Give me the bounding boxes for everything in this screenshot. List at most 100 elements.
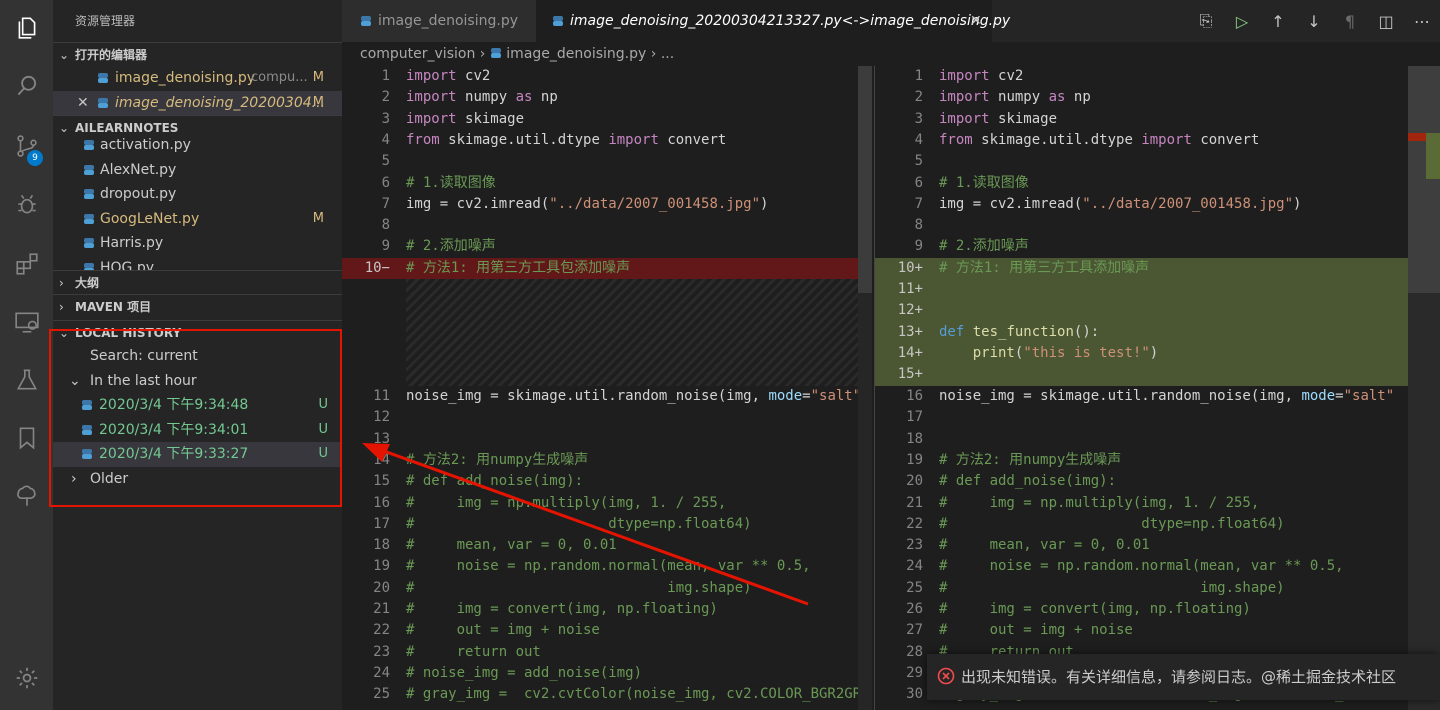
chevron-right-icon: ›: [71, 470, 77, 487]
whitespace-icon[interactable]: ¶: [1332, 12, 1368, 31]
chevron-down-icon: ⌄: [59, 326, 70, 340]
code-line: # img = np.multiply(img, 1. / 255,: [939, 494, 1260, 511]
history-entry[interactable]: 2020/3/4 下午9:34:48 U: [53, 393, 342, 418]
error-notification[interactable]: 出现未知错误。有关详细信息，请参阅日志。@稀土掘金技术社区: [927, 654, 1440, 700]
code-line: # img = convert(img, np.floating): [939, 601, 1251, 617]
open-editors-header[interactable]: ⌄ 打开的编辑器: [53, 42, 342, 66]
tree-icon[interactable]: [0, 472, 53, 520]
python-file-icon: [98, 73, 108, 83]
diff-modified-editor[interactable]: 1 import cv2 2 import numpy as np 3 impo…: [875, 66, 1440, 710]
files-icon[interactable]: [0, 4, 53, 52]
history-entry[interactable]: 2020/3/4 下午9:34:01 U: [53, 418, 342, 443]
code-line: # 1.读取图像: [406, 174, 496, 191]
source-control-icon[interactable]: 9: [0, 122, 53, 170]
code-line: # noise = np.random.normal(mean, var ** …: [406, 558, 811, 575]
code-line: # img = convert(img, np.floating): [406, 601, 718, 617]
local-history-older[interactable]: › Older: [53, 467, 342, 492]
code-line: # noise = np.random.normal(mean, var ** …: [939, 558, 1344, 575]
chevron-right-icon: ›: [59, 276, 64, 290]
python-file-icon: [553, 16, 563, 26]
overview-ruler-removed: [1408, 133, 1426, 141]
right-scrollbar-thumb[interactable]: [1408, 66, 1440, 293]
breadcrumb: computer_vision › image_denoising.py › .…: [342, 42, 1440, 66]
code-line-added: # 方法1: 用第三方工具添加噪声: [939, 259, 1150, 276]
code-line: # img = np.multiply(img, 1. / 255,: [406, 494, 727, 511]
chevron-right-icon: ›: [479, 46, 490, 62]
code-line: # dtype=np.float64): [939, 515, 1285, 532]
tab-close-icon[interactable]: ✕: [970, 0, 982, 42]
python-file-icon: [84, 213, 94, 224]
run-icon[interactable]: ▷: [1224, 12, 1260, 31]
search-icon[interactable]: [0, 62, 53, 110]
code-line: import numpy as np: [406, 89, 558, 106]
chevron-down-icon: ⌄: [59, 48, 70, 62]
left-scrollbar-thumb[interactable]: [858, 66, 872, 293]
notification-message: 出现未知错误。有关详细信息，请参阅日志。@稀土掘金技术社区: [961, 668, 1397, 686]
open-file-icon[interactable]: ⎘: [1188, 11, 1224, 31]
testing-icon[interactable]: [0, 356, 53, 404]
file-list: activation.py AlexNet.py dropout.py Goog…: [53, 133, 342, 270]
code-line: noise_img = skimage.util.random_noise(im…: [939, 388, 1395, 404]
code-line-added: print("this is test!"): [972, 344, 1159, 361]
more-actions-icon[interactable]: ⋯: [1404, 12, 1440, 31]
outline-header[interactable]: › 大纲: [53, 270, 342, 294]
code-line: from skimage.util.dtype import convert: [939, 131, 1260, 148]
editor-toolbar: ⎘ ▷ ↑ ↓ ¶ ◫ ⋯: [1188, 0, 1440, 42]
open-editor-item[interactable]: ✕ image_denoising_20200304... M: [53, 90, 342, 116]
split-editor-icon[interactable]: ◫: [1368, 12, 1404, 31]
python-file-icon: [84, 189, 94, 199]
chevron-right-icon: ›: [650, 46, 661, 62]
code-line-removed: # 方法1: 用第三方工具包添加噪声: [406, 259, 631, 276]
chevron-right-icon: ›: [59, 300, 64, 314]
file-item[interactable]: GoogLeNet.py M: [53, 207, 342, 232]
previous-change-icon[interactable]: ↑: [1260, 12, 1296, 31]
explorer-sidebar: 资源管理器 ⌄ 打开的编辑器 image_denoising.py compu.…: [53, 0, 342, 710]
code-line: # out = img + noise: [406, 622, 600, 639]
python-file-icon: [84, 262, 94, 270]
python-file-icon: [84, 164, 94, 175]
local-history-header[interactable]: ⌄ LOCAL HISTORY: [53, 320, 342, 344]
settings-gear-icon[interactable]: [0, 654, 53, 702]
file-item[interactable]: Harris.py: [53, 231, 342, 256]
code-line: # out = img + noise: [939, 622, 1133, 639]
code-line: noise_img = skimage.util.random_noise(im…: [406, 388, 862, 404]
close-icon[interactable]: ✕: [77, 91, 89, 116]
open-editor-item[interactable]: image_denoising.py compu... M: [53, 66, 342, 91]
overview-ruler-added: [1426, 133, 1440, 179]
tab-diff-view[interactable]: image_denoising_20200304213327.py<->imag…: [536, 0, 1010, 42]
code-line: # 2.添加噪声: [939, 238, 1029, 255]
code-line: # gray_img = cv2.cvtColor(noise_img, cv2…: [406, 686, 862, 703]
python-file-icon: [82, 449, 92, 459]
next-change-icon[interactable]: ↓: [1296, 12, 1332, 31]
bookmarks-icon[interactable]: [0, 414, 53, 462]
python-file-icon: [490, 48, 501, 58]
scm-badge: 9: [27, 150, 43, 166]
tab-image-denoising[interactable]: image_denoising.py: [342, 0, 536, 42]
code-line: # mean, var = 0, 0.01: [939, 537, 1150, 554]
local-history-group[interactable]: ⌄ In the last hour: [53, 369, 342, 394]
code-line: # 1.读取图像: [939, 174, 1029, 191]
sidebar-title: 资源管理器: [75, 14, 136, 28]
maven-header[interactable]: › MAVEN 项目: [53, 294, 342, 318]
code-line: # img.shape): [939, 579, 1285, 596]
file-item[interactable]: dropout.py: [53, 182, 342, 207]
code-line: # img.shape): [406, 579, 752, 596]
extensions-icon[interactable]: [0, 240, 53, 288]
python-file-icon: [82, 400, 92, 410]
diff-placeholder-hatch: [406, 279, 862, 386]
code-line: img = cv2.imread("../data/2007_001458.jp…: [406, 195, 769, 212]
history-entry[interactable]: 2020/3/4 下午9:33:27 U: [53, 442, 342, 467]
python-file-icon: [98, 97, 108, 108]
breadcrumb-more[interactable]: ...: [661, 46, 674, 62]
diff-original-editor[interactable]: 1 import cv2 2 import numpy as np 3 impo…: [342, 66, 874, 710]
breadcrumb-folder[interactable]: computer_vision: [360, 46, 475, 62]
local-history-search[interactable]: Search: current: [53, 344, 342, 369]
breadcrumb-file[interactable]: image_denoising.py: [506, 46, 646, 62]
file-item[interactable]: activation.py: [53, 133, 342, 158]
remote-explorer-icon[interactable]: [0, 298, 53, 346]
debug-icon[interactable]: [0, 180, 53, 228]
file-item[interactable]: HOG.py: [53, 256, 342, 270]
file-item[interactable]: AlexNet.py: [53, 158, 342, 183]
tab-bar: image_denoising.py image_denoising_20200…: [342, 0, 1440, 42]
chevron-down-icon: ⌄: [69, 372, 81, 389]
